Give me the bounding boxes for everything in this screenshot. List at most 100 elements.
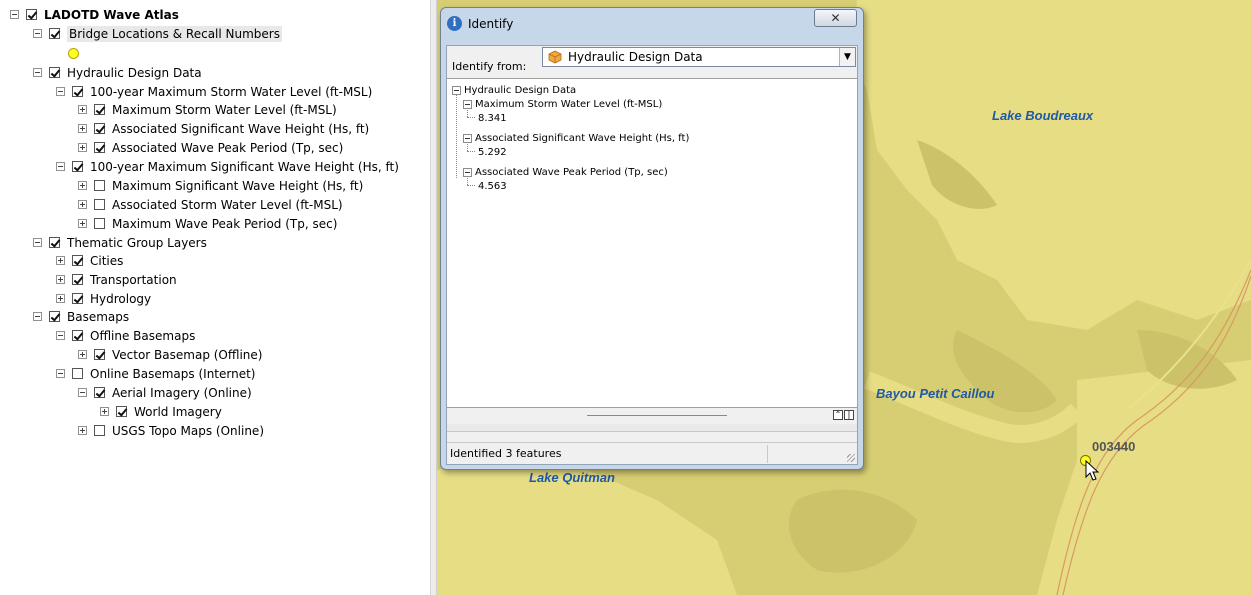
panel-split-grip[interactable]: ⌃ |: [447, 409, 857, 423]
collapse-icon[interactable]: [56, 87, 65, 96]
layer-checkbox[interactable]: [26, 9, 37, 20]
expand-icon[interactable]: [56, 294, 65, 303]
collapse-icon[interactable]: [56, 162, 65, 171]
dialog-title-bar[interactable]: i Identify: [447, 16, 513, 31]
collapse-icon[interactable]: [463, 99, 472, 109]
collapse-icon[interactable]: [10, 10, 19, 19]
tree-node-field[interactable]: Associated Wave Peak Period (Tp, sec): [463, 165, 668, 179]
toc-item-hydrology[interactable]: Hydrology: [56, 289, 151, 308]
toc-item-max-storm-water-level[interactable]: Maximum Storm Water Level (ft-MSL): [78, 100, 337, 119]
toc-item-vector-basemap[interactable]: Vector Basemap (Offline): [78, 345, 262, 364]
layer-checkbox[interactable]: [72, 161, 83, 172]
layer-checkbox[interactable]: [94, 349, 105, 360]
split-toggle-icon[interactable]: |: [844, 410, 854, 420]
expand-icon[interactable]: [56, 275, 65, 284]
toc-item-world-imagery[interactable]: World Imagery: [100, 402, 222, 421]
toc-item-basemaps[interactable]: Basemaps: [33, 307, 129, 326]
collapse-icon[interactable]: [452, 85, 461, 95]
layer-checkbox[interactable]: [49, 28, 60, 39]
layer-checkbox[interactable]: [94, 104, 105, 115]
toc-item-max-wave-peak-period[interactable]: Maximum Wave Peak Period (Tp, sec): [78, 214, 337, 233]
tree-connector: [467, 151, 475, 152]
toc-item-assoc-wave-peak-period[interactable]: Associated Wave Peak Period (Tp, sec): [78, 138, 343, 157]
layer-checkbox[interactable]: [72, 255, 83, 266]
tree-node-field[interactable]: Maximum Storm Water Level (ft-MSL): [463, 97, 662, 111]
tree-connector: [456, 94, 457, 178]
layer-checkbox[interactable]: [72, 274, 83, 285]
expand-icon[interactable]: [56, 256, 65, 265]
collapse-icon[interactable]: [33, 312, 42, 321]
expand-icon[interactable]: [78, 200, 87, 209]
toc-item-cities[interactable]: Cities: [56, 251, 123, 270]
panel-splitter[interactable]: [430, 0, 437, 595]
resize-grip-icon[interactable]: [847, 454, 855, 462]
layer-checkbox[interactable]: [72, 368, 83, 379]
collapse-icon[interactable]: [33, 68, 42, 77]
dialog-body: Identify from: Hydraulic Design Data ▼ H…: [446, 45, 858, 465]
toc-item-online-basemaps[interactable]: Online Basemaps (Internet): [56, 364, 255, 383]
layer-checkbox[interactable]: [94, 123, 105, 134]
close-button[interactable]: ✕: [814, 9, 857, 27]
layer-checkbox[interactable]: [94, 180, 105, 191]
toc-item-label: Aerial Imagery (Online): [112, 385, 252, 400]
layer-cube-icon: [548, 50, 562, 64]
collapse-icon[interactable]: [463, 167, 472, 177]
expand-icon[interactable]: [78, 350, 87, 359]
tree-value: 8.341: [478, 112, 507, 124]
toc-item-100yr-sig-wave-height[interactable]: 100-year Maximum Significant Wave Height…: [56, 157, 399, 176]
layer-checkbox[interactable]: [49, 237, 60, 248]
collapse-icon[interactable]: [463, 133, 472, 143]
expand-icon[interactable]: [78, 105, 87, 114]
toc-item-ladotd-wave-atlas[interactable]: LADOTD Wave Atlas: [10, 5, 179, 24]
expand-icon[interactable]: [78, 219, 87, 228]
expand-icon[interactable]: [78, 124, 87, 133]
collapse-icon[interactable]: [56, 369, 65, 378]
layer-checkbox[interactable]: [94, 218, 105, 229]
collapse-icon[interactable]: [33, 238, 42, 247]
layer-checkbox[interactable]: [94, 142, 105, 153]
toc-item-label: Maximum Storm Water Level (ft-MSL): [112, 102, 337, 117]
toc-item-hydraulic-design-data[interactable]: Hydraulic Design Data: [33, 63, 202, 82]
layer-checkbox[interactable]: [72, 86, 83, 97]
collapse-up-icon[interactable]: ⌃: [833, 410, 843, 420]
toc-item-thematic-group-layers[interactable]: Thematic Group Layers: [33, 233, 207, 252]
layer-checkbox[interactable]: [72, 330, 83, 341]
toc-item-max-sig-wave-height[interactable]: Maximum Significant Wave Height (Hs, ft): [78, 176, 363, 195]
layer-checkbox[interactable]: [49, 67, 60, 78]
expand-icon[interactable]: [78, 143, 87, 152]
layer-checkbox[interactable]: [49, 311, 60, 322]
toc-item-usgs-topo[interactable]: USGS Topo Maps (Online): [78, 421, 264, 440]
layer-checkbox[interactable]: [116, 406, 127, 417]
toc-item-offline-basemaps[interactable]: Offline Basemaps: [56, 326, 195, 345]
tree-node-value[interactable]: 5.292: [478, 145, 507, 159]
layer-checkbox[interactable]: [94, 199, 105, 210]
expand-icon[interactable]: [100, 407, 109, 416]
toc-item-assoc-storm-water-level[interactable]: Associated Storm Water Level (ft-MSL): [78, 195, 343, 214]
expand-icon[interactable]: [78, 181, 87, 190]
toc-item-assoc-sig-wave-height[interactable]: Associated Significant Wave Height (Hs, …: [78, 119, 369, 138]
cursor-arrow-icon: [1085, 460, 1100, 481]
toc-item-100yr-storm-water-level[interactable]: 100-year Maximum Storm Water Level (ft-M…: [56, 82, 372, 101]
collapse-icon[interactable]: [56, 331, 65, 340]
expand-icon[interactable]: [78, 426, 87, 435]
toc-item-label: LADOTD Wave Atlas: [44, 7, 179, 22]
layer-checkbox[interactable]: [94, 425, 105, 436]
toc-item-bridge-locations[interactable]: Bridge Locations & Recall Numbers: [33, 24, 282, 43]
layer-checkbox[interactable]: [94, 387, 105, 398]
bridge-recall-number-label: 003440: [1092, 439, 1136, 454]
identify-from-select[interactable]: Hydraulic Design Data ▼: [542, 47, 856, 67]
identify-results-tree[interactable]: Hydraulic Design Data Maximum Storm Wate…: [447, 78, 857, 408]
details-scrollbar[interactable]: [447, 424, 857, 432]
toc-item-label: Associated Wave Peak Period (Tp, sec): [112, 140, 344, 155]
tree-node-field[interactable]: Associated Significant Wave Height (Hs, …: [463, 131, 689, 145]
tree-node-value[interactable]: 4.563: [478, 179, 507, 193]
dropdown-arrow-icon[interactable]: ▼: [839, 48, 855, 66]
collapse-icon[interactable]: [78, 388, 87, 397]
layer-checkbox[interactable]: [72, 293, 83, 304]
tree-node-value[interactable]: 8.341: [478, 111, 507, 125]
toc-item-label: Transportation: [90, 272, 177, 287]
toc-item-transportation[interactable]: Transportation: [56, 270, 177, 289]
toc-item-aerial-imagery[interactable]: Aerial Imagery (Online): [78, 383, 252, 402]
tree-node-root[interactable]: Hydraulic Design Data: [452, 83, 576, 97]
collapse-icon[interactable]: [33, 29, 42, 38]
